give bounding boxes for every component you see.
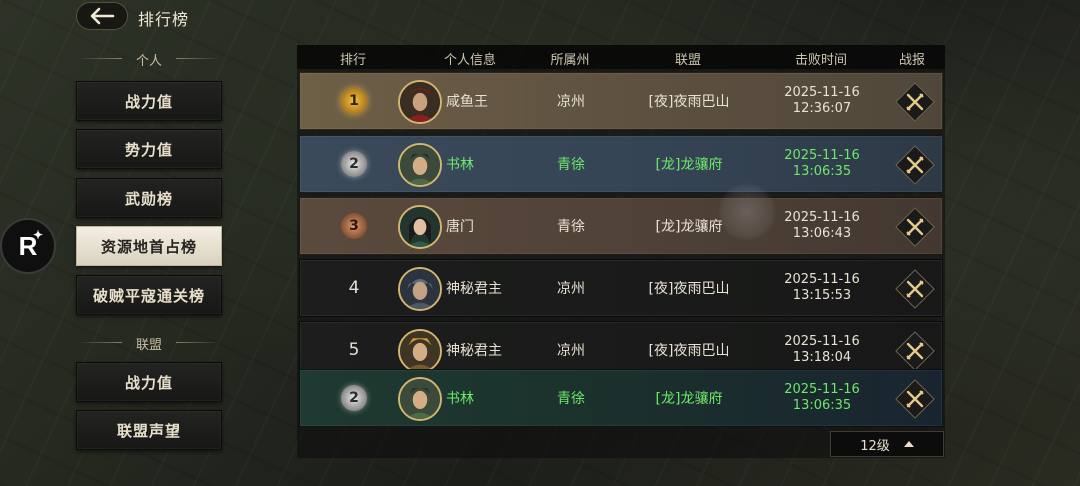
player-state: 青徐 (557, 157, 585, 173)
player-name: 神秘君主 (446, 281, 502, 297)
table-row[interactable]: 4 神秘君主 凉州 [夜]夜雨巴山 2025-11-16 13:15:53 (299, 259, 943, 317)
menu-alliance-power[interactable]: 战力值 (76, 362, 222, 402)
battle-report-button[interactable] (895, 331, 935, 371)
defeat-time: 2025-11-16 13:06:35 (758, 136, 886, 192)
player-name: 唐门 (446, 219, 474, 235)
rank-medal-silver: 2 (341, 385, 367, 411)
avatar[interactable] (398, 80, 442, 124)
menu-bandit-clear[interactable]: 破贼平寇通关榜 (76, 275, 222, 315)
triangle-up-icon (903, 441, 914, 447)
player-name: 书林 (446, 157, 474, 173)
table-row[interactable]: 3 唐门 青徐 [龙]龙骧府 2025-11-16 13:06:43 (299, 197, 943, 255)
rank-medal-bronze: 3 (341, 213, 367, 239)
crossed-swords-icon (906, 93, 924, 111)
defeat-date: 2025-11-16 (784, 272, 860, 287)
player-alliance: [夜]夜雨巴山 (648, 281, 730, 297)
player-alliance: [龙]龙骧府 (655, 219, 723, 235)
header-time: 击败时间 (794, 53, 847, 68)
battle-report-button[interactable] (895, 82, 935, 122)
defeat-date: 2025-11-16 (784, 85, 860, 100)
defeat-time: 2025-11-16 13:06:35 (758, 370, 886, 426)
menu-personal-influence[interactable]: 势力值 (76, 129, 222, 169)
level-selector[interactable]: 12级 (830, 431, 944, 457)
defeat-time: 2025-11-16 13:15:53 (758, 260, 886, 316)
level-label: 12级 (860, 438, 890, 454)
self-rank-row[interactable]: 2 书林 青徐 [龙]龙骧府 2025-11-16 13:06:35 (299, 369, 943, 427)
player-state: 青徐 (557, 219, 585, 235)
defeat-clock: 13:06:43 (792, 226, 852, 241)
player-alliance: [龙]龙骧府 (655, 391, 723, 407)
battle-report-button[interactable] (895, 145, 935, 185)
rank-number: 4 (348, 278, 360, 298)
defeat-clock: 13:18:04 (792, 350, 852, 365)
ranking-table: 排行 个人信息 所属州 联盟 击败时间 战报 1 咸鱼王 凉州 [夜]夜雨巴山 … (297, 45, 945, 458)
section-label-alliance: 联盟 (74, 334, 224, 353)
rank-medal-gold: 1 (341, 88, 367, 114)
defeat-clock: 13:06:35 (792, 164, 852, 179)
player-state: 凉州 (557, 94, 585, 110)
table-header: 排行 个人信息 所属州 联盟 击败时间 战报 (297, 45, 945, 69)
battle-report-button[interactable] (895, 269, 935, 309)
crossed-swords-icon (906, 156, 924, 174)
header-state: 所属州 (550, 53, 590, 68)
defeat-clock: 13:06:35 (792, 398, 852, 413)
defeat-time: 2025-11-16 13:06:43 (758, 198, 886, 254)
defeat-date: 2025-11-16 (784, 382, 860, 397)
player-state: 凉州 (557, 281, 585, 297)
header-alliance: 联盟 (674, 53, 701, 68)
defeat-date: 2025-11-16 (784, 334, 860, 349)
crossed-swords-icon (906, 390, 924, 408)
menu-personal-merit[interactable]: 武勋榜 (76, 178, 222, 218)
menu-alliance-prestige[interactable]: 联盟声望 (76, 410, 222, 450)
avatar[interactable] (398, 205, 442, 249)
defeat-clock: 12:36:07 (792, 101, 852, 116)
avatar[interactable] (398, 329, 442, 373)
player-alliance: [夜]夜雨巴山 (648, 94, 730, 110)
player-name: 书林 (446, 391, 474, 407)
section-label-personal: 个人 (74, 50, 224, 69)
battle-report-button[interactable] (895, 207, 935, 247)
avatar[interactable] (398, 267, 442, 311)
avatar[interactable] (398, 377, 442, 421)
player-state: 青徐 (557, 391, 585, 407)
page-title: 排行榜 (138, 10, 190, 29)
back-button[interactable] (76, 2, 128, 30)
defeat-time: 2025-11-16 12:36:07 (758, 73, 886, 129)
table-row[interactable]: 2 书林 青徐 [龙]龙骧府 2025-11-16 13:06:35 (299, 135, 943, 193)
battle-report-button[interactable] (895, 379, 935, 419)
player-alliance: [龙]龙骧府 (655, 157, 723, 173)
crossed-swords-icon (906, 218, 924, 236)
floating-r-button[interactable]: R ✦ (0, 218, 56, 274)
avatar[interactable] (398, 143, 442, 187)
defeat-clock: 13:15:53 (792, 288, 852, 303)
star-icon: ✦ (32, 228, 43, 242)
header-report: 战报 (898, 53, 925, 68)
table-row[interactable]: 1 咸鱼王 凉州 [夜]夜雨巴山 2025-11-16 12:36:07 (299, 72, 943, 130)
defeat-date: 2025-11-16 (784, 210, 860, 225)
defeat-date: 2025-11-16 (784, 148, 860, 163)
crossed-swords-icon (906, 280, 924, 298)
crossed-swords-icon (906, 342, 924, 360)
player-name: 咸鱼王 (446, 94, 488, 110)
header-info: 个人信息 (443, 53, 496, 68)
header-rank: 排行 (339, 53, 366, 68)
menu-personal-power[interactable]: 战力值 (76, 81, 222, 121)
back-arrow-icon (90, 7, 115, 25)
menu-resource-first-capture[interactable]: 资源地首占榜 (76, 226, 222, 266)
rank-medal-silver: 2 (341, 151, 367, 177)
